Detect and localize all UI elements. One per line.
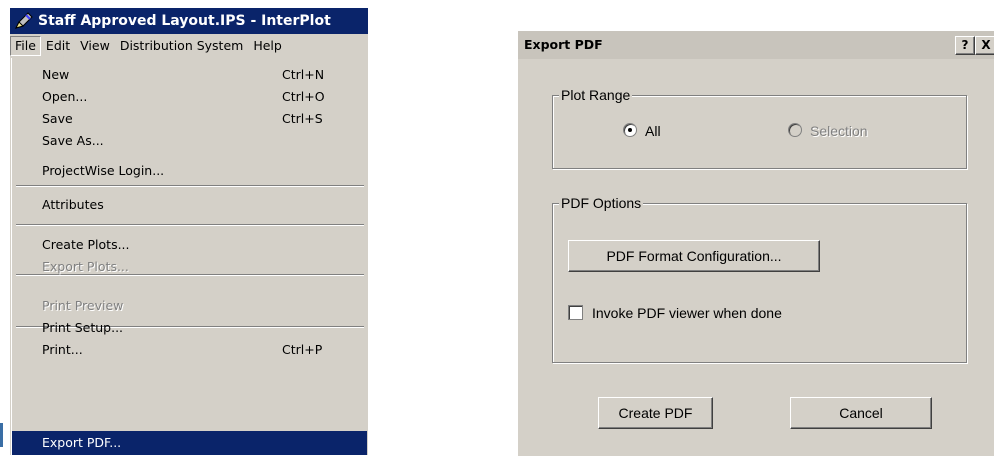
invoke-viewer-checkbox[interactable]: Invoke PDF viewer when done [568, 305, 782, 321]
plot-range-group: Plot Range All Selection [552, 87, 967, 169]
menu-item-save-as[interactable]: Save As... [12, 130, 367, 152]
menu-separator [16, 224, 364, 226]
menu-edit[interactable]: Edit [41, 36, 75, 56]
export-pdf-dialog: Export PDF ? X Plot Range All Selection … [517, 30, 994, 456]
radio-unselected-icon [788, 123, 802, 137]
menu-item-print[interactable]: Print... Ctrl+P [12, 339, 367, 361]
pdf-options-group: PDF Options PDF Format Configuration... … [552, 195, 967, 363]
dialog-title: Export PDF [524, 37, 603, 52]
app-window: Staff Approved Layout.IPS - InterPlot Fi… [10, 8, 368, 455]
menu-item-save[interactable]: Save Ctrl+S [12, 108, 367, 130]
close-icon[interactable]: X [975, 36, 994, 55]
menu-help[interactable]: Help [248, 36, 287, 56]
menu-file[interactable]: File [10, 36, 41, 56]
app-title: Staff Approved Layout.IPS - InterPlot [38, 13, 331, 29]
radio-all[interactable]: All [623, 123, 661, 139]
pen-app-icon [14, 12, 34, 30]
radio-selected-icon [623, 123, 637, 137]
pdf-options-label: PDF Options [559, 195, 644, 211]
selection-marker [0, 423, 3, 447]
pdf-format-configuration-button[interactable]: PDF Format Configuration... [568, 240, 820, 272]
menu-item-print-setup[interactable]: Print Setup... [12, 317, 367, 339]
cancel-button[interactable]: Cancel [790, 397, 932, 429]
menu-item-projectwise-login[interactable]: ProjectWise Login... [12, 160, 367, 182]
menu-item-attributes[interactable]: Attributes [12, 194, 367, 216]
plot-range-label: Plot Range [559, 87, 633, 103]
create-pdf-button[interactable]: Create PDF [598, 397, 713, 429]
help-icon[interactable]: ? [955, 36, 975, 55]
menu-distribution-system[interactable]: Distribution System [115, 36, 249, 56]
menu-bar: File Edit View Distribution System Help [10, 35, 368, 57]
file-menu-dropdown: New Ctrl+N Open... Ctrl+O Save Ctrl+S Sa… [11, 58, 367, 455]
menu-view[interactable]: View [75, 36, 115, 56]
menu-separator [16, 185, 364, 187]
app-title-bar[interactable]: Staff Approved Layout.IPS - InterPlot [10, 8, 368, 34]
menu-item-export-plots: Export Plots... [42, 259, 129, 274]
dialog-title-bar[interactable]: Export PDF ? X [518, 31, 994, 59]
menu-item-print-preview: Print Preview [42, 298, 124, 313]
menu-item-open[interactable]: Open... Ctrl+O [12, 86, 367, 108]
checkbox-unchecked-icon [568, 305, 583, 320]
menu-item-new[interactable]: New Ctrl+N [12, 64, 367, 86]
radio-selection: Selection [788, 123, 868, 139]
menu-item-create-plots[interactable]: Create Plots... [12, 234, 367, 256]
menu-item-export-pdf[interactable]: Export PDF... [12, 431, 367, 455]
